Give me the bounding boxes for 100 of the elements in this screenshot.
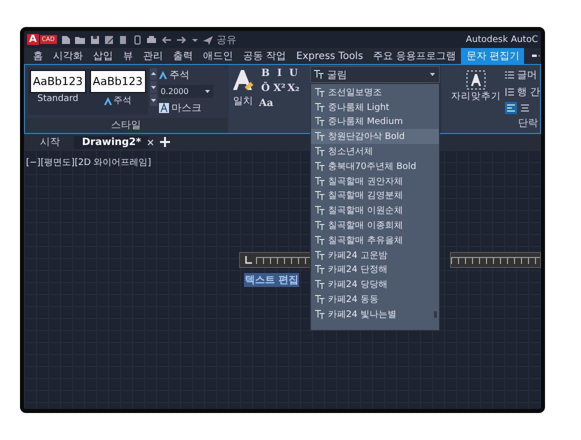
folder-icon[interactable] xyxy=(74,34,86,44)
font-field[interactable]: 굴림 xyxy=(310,66,440,83)
document-tab[interactable]: 시작 xyxy=(32,134,68,150)
truetype-font-icon xyxy=(315,176,325,186)
bullets-button[interactable]: 글머 xyxy=(504,68,540,82)
caret-icon xyxy=(429,72,436,78)
style-preview[interactable]: AaBb123 xyxy=(90,70,146,93)
truetype-font-icon xyxy=(315,236,325,245)
panel-title: 단락 xyxy=(518,117,538,131)
truetype-font-icon xyxy=(315,88,325,97)
truetype-font-icon xyxy=(315,132,325,142)
caret-icon xyxy=(204,88,211,94)
match-button[interactable]: 일치 xyxy=(231,68,255,130)
scrollbar-thumb[interactable] xyxy=(434,310,437,318)
mask-icon xyxy=(158,103,169,113)
format-button[interactable]: Aa xyxy=(259,98,272,109)
truetype-font-icon xyxy=(315,250,325,260)
font-option[interactable]: 칠곡할매 이종희체 xyxy=(311,218,439,233)
ribbon-tab[interactable]: 애드인 xyxy=(198,48,238,64)
document-tab[interactable]: Drawing2* xyxy=(74,136,150,148)
ribbon-tab[interactable]: 문자 편집기 xyxy=(461,48,524,64)
truetype-font-icon xyxy=(315,191,325,200)
window-title: Autodesk AutoC xyxy=(466,34,538,44)
close-tab-icon[interactable] xyxy=(147,138,154,146)
new-tab-icon[interactable] xyxy=(160,137,170,147)
format-button[interactable]: X² xyxy=(273,83,286,94)
ribbon-tab[interactable]: 관리 xyxy=(138,48,168,64)
panel-title: 스타일 xyxy=(25,118,227,133)
truetype-font-icon xyxy=(315,221,325,230)
ribbon-tab[interactable]: 뷰 xyxy=(118,48,138,64)
truetype-font-icon xyxy=(315,162,325,171)
font-option[interactable]: 카페24 동동 xyxy=(311,292,439,307)
ribbon-tab[interactable]: 삽입 xyxy=(88,48,118,64)
tab-stop-icon[interactable] xyxy=(244,256,252,264)
phone-icon[interactable] xyxy=(132,34,142,44)
print-icon[interactable] xyxy=(146,34,157,44)
truetype-font-icon xyxy=(315,310,325,319)
annotative-button[interactable]: 주석 xyxy=(158,68,213,82)
font-option[interactable]: 조선일보명조 xyxy=(311,85,439,100)
expand-button[interactable] xyxy=(150,94,157,106)
save-as-icon[interactable] xyxy=(104,34,114,44)
ribbon-tab[interactable]: 시각화 xyxy=(48,48,88,64)
text-height-field[interactable]: 0.2000 xyxy=(158,85,213,98)
truetype-font-icon xyxy=(315,102,325,112)
font-option[interactable]: 중나룸체 Medium xyxy=(311,114,439,130)
style-name: 주석 xyxy=(104,94,132,107)
scroll-down-button[interactable] xyxy=(150,81,157,93)
truetype-font-icon xyxy=(315,265,325,274)
style-name: Standard xyxy=(37,94,78,104)
truetype-font-icon xyxy=(315,206,325,216)
save-icon[interactable] xyxy=(90,34,100,44)
align-center-icon[interactable] xyxy=(518,102,531,114)
annotative-icon xyxy=(158,71,167,79)
share-button[interactable]: 공유 xyxy=(216,32,237,46)
truetype-font-icon xyxy=(315,147,325,156)
font-option[interactable]: 카페24 당당해 xyxy=(311,277,439,292)
selected-text: 텍스트 편집 xyxy=(244,273,300,287)
ribbon-tab[interactable]: Express Tools xyxy=(291,50,368,62)
font-option[interactable]: 창원단감아삭 Bold xyxy=(311,129,439,144)
scroll-up-button[interactable] xyxy=(150,68,157,80)
font-option[interactable]: 카페24 고운밤 xyxy=(311,248,439,263)
format-button[interactable]: Ō xyxy=(259,83,272,94)
format-button[interactable]: I xyxy=(273,68,286,79)
page-icon[interactable] xyxy=(118,34,128,44)
format-button[interactable]: B xyxy=(259,68,272,79)
font-option[interactable]: 카페24 단정해 xyxy=(311,262,439,278)
text-ruler[interactable] xyxy=(450,252,541,268)
format-button[interactable]: U xyxy=(287,68,300,79)
viewport-label[interactable]: [−][평면도][2D 와이어프레임] xyxy=(24,152,154,173)
truetype-font-icon xyxy=(315,117,325,126)
font-option[interactable]: 칠곡할매 권안자체 xyxy=(311,174,439,189)
redo-icon[interactable] xyxy=(176,34,187,44)
truetype-font-icon xyxy=(314,70,324,79)
font-option[interactable]: 충북대70주년체 Bold xyxy=(311,158,439,174)
font-option[interactable]: 칠곡할매 이원순체 xyxy=(311,203,439,218)
text-ruler[interactable] xyxy=(239,252,311,268)
ribbon-tab[interactable]: 공동 작업 xyxy=(238,48,292,64)
truetype-font-icon xyxy=(315,280,325,290)
mask-button[interactable]: 마스크 xyxy=(158,101,213,115)
list-icon xyxy=(504,71,514,79)
annotative-icon xyxy=(104,96,112,104)
font-option[interactable]: 칠곡할매 김영분체 xyxy=(311,188,439,204)
line-spacing-button[interactable]: 행 간 xyxy=(504,85,540,99)
font-option[interactable]: 칠곡할매 추유을체 xyxy=(311,232,439,248)
format-button[interactable]: X₂ xyxy=(287,83,300,94)
ribbon-tab[interactable]: 출력 xyxy=(168,48,198,64)
font-option[interactable]: 중나룸체 Light xyxy=(311,100,439,115)
style-preview[interactable]: AaBb123 xyxy=(30,70,86,93)
undo-icon[interactable] xyxy=(160,34,172,44)
new-file-icon[interactable] xyxy=(60,34,71,44)
align-left-icon[interactable] xyxy=(504,102,517,114)
send-icon[interactable] xyxy=(202,34,213,44)
font-option[interactable]: 청소년서체 xyxy=(311,144,439,159)
font-option[interactable]: 카페24 빛나는별 xyxy=(311,306,439,322)
ribbon-tab[interactable]: 홈 xyxy=(28,48,48,64)
ribbon-tab[interactable]: 주요 응용프로그램 xyxy=(368,48,462,64)
justification-icon xyxy=(466,70,486,90)
line-spacing-icon xyxy=(504,88,514,96)
truetype-font-icon xyxy=(315,295,325,304)
justify-button[interactable]: 자리맞추기 xyxy=(450,70,501,133)
